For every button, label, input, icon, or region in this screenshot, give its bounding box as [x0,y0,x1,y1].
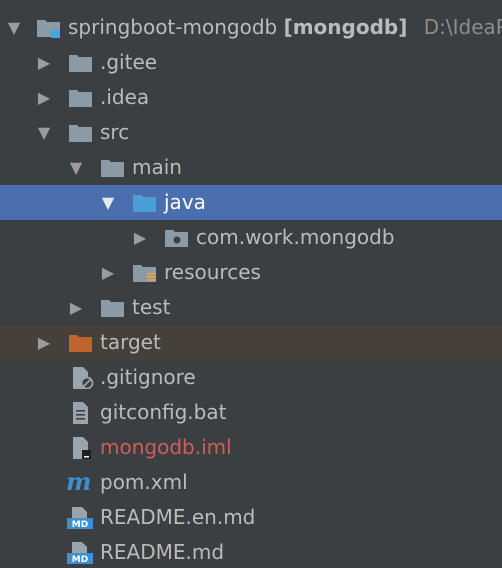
tree-label-gitconfig: gitconfig.bat [100,400,227,424]
tree-node-src[interactable]: ▼ src [0,115,502,150]
project-tree: ▼ springboot-mongodb [mongodb] D:\IdeaP … [0,10,502,568]
module-folder-icon [36,17,62,39]
tree-label-gitignore: .gitignore [100,365,196,389]
ignore-file-icon [68,367,94,389]
project-label: springboot-mongodb [mongodb] D:\IdeaP [68,10,502,45]
tree-label-readme: README.md [100,540,225,564]
tree-label-package: com.work.mongodb [196,225,395,249]
tree-node-readme-en[interactable]: MD README.en.md [0,500,502,535]
tree-node-main[interactable]: ▼ main [0,150,502,185]
package-icon [164,227,190,249]
tree-node-target[interactable]: ▶ target [0,325,502,360]
tree-node-test[interactable]: ▶ test [0,290,502,325]
text-file-icon [68,402,94,424]
tree-label-main: main [132,155,182,179]
triangle-down-icon[interactable]: ▼ [98,185,118,220]
tree-node-iml[interactable]: mongodb.iml [0,430,502,465]
tree-label-iml: mongodb.iml [100,435,232,459]
folder-icon [100,297,126,319]
tree-node-resources[interactable]: ▶ resources [0,255,502,290]
tree-node-gitconfig[interactable]: gitconfig.bat [0,395,502,430]
tree-label-java: java [164,190,206,214]
tree-node-java[interactable]: ▼ java [0,185,502,220]
maven-icon: m [66,467,92,496]
tree-node-project-root[interactable]: ▼ springboot-mongodb [mongodb] D:\IdeaP [0,10,502,45]
module-name: [mongodb] [283,15,408,39]
tree-label-readme-en: README.en.md [100,505,256,529]
folder-icon [68,87,94,109]
folder-icon [68,122,94,144]
folder-icon [100,157,126,179]
tree-label-test: test [132,295,171,319]
iml-file-icon [68,437,94,459]
tree-label-pom: pom.xml [100,470,188,494]
tree-node-package[interactable]: ▶ com.work.mongodb [0,220,502,255]
tree-node-readme[interactable]: MD README.md [0,535,502,568]
project-name: springboot-mongodb [68,15,278,39]
triangle-down-icon[interactable]: ▼ [4,10,24,45]
triangle-right-icon[interactable]: ▶ [98,255,118,290]
folder-icon [68,52,94,74]
tree-label-idea: .idea [100,85,150,109]
tree-node-pom[interactable]: m pom.xml [0,465,502,500]
triangle-right-icon[interactable]: ▶ [34,325,54,360]
markdown-file-icon: MD [66,542,93,564]
triangle-right-icon[interactable]: ▶ [34,45,54,80]
tree-label-src: src [100,120,130,144]
excluded-folder-icon [68,332,94,354]
markdown-file-icon: MD [66,507,93,529]
triangle-right-icon[interactable]: ▶ [130,220,150,255]
svg-text:MD: MD [72,520,88,529]
tree-node-gitignore[interactable]: .gitignore [0,360,502,395]
triangle-right-icon[interactable]: ▶ [34,80,54,115]
source-folder-icon [132,192,158,214]
tree-node-idea[interactable]: ▶ .idea [0,80,502,115]
triangle-down-icon[interactable]: ▼ [66,150,86,185]
tree-label-resources: resources [164,260,261,284]
svg-text:MD: MD [72,555,88,564]
tree-label-gitee: .gitee [100,50,158,74]
triangle-down-icon[interactable]: ▼ [34,115,54,150]
resources-folder-icon [132,262,158,284]
project-path: D:\IdeaP [423,15,502,39]
tree-node-gitee[interactable]: ▶ .gitee [0,45,502,80]
tree-label-target: target [100,330,161,354]
triangle-right-icon[interactable]: ▶ [66,290,86,325]
